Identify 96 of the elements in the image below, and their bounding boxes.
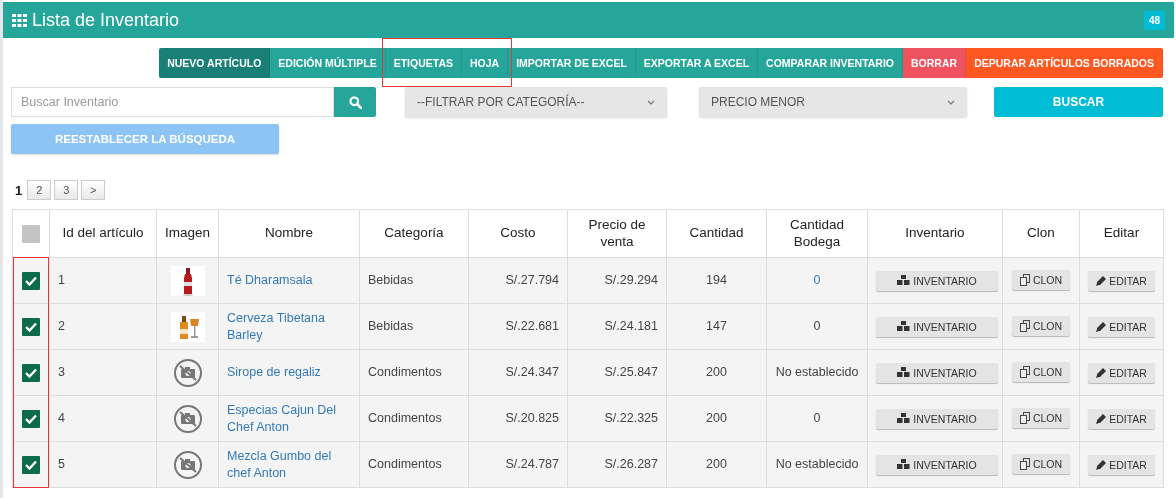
search-icon — [348, 95, 362, 109]
inventory-button[interactable]: INVENTARIO — [876, 408, 998, 429]
category-dropdown[interactable]: --FILTRAR POR CATEGORÍA-- — [405, 87, 667, 117]
clone-button[interactable]: CLON — [1011, 316, 1071, 337]
cost-text: S/.24.347 — [505, 365, 559, 380]
count-badge: 48 — [1143, 10, 1165, 30]
no-photo-icon — [172, 403, 203, 434]
chevron-icon — [647, 99, 655, 105]
item-id: 4 — [58, 411, 65, 426]
inventory-button[interactable]: INVENTARIO — [876, 362, 998, 383]
copy-icon — [1019, 458, 1030, 471]
clone-button[interactable]: CLON — [1011, 270, 1071, 291]
cubes-icon — [897, 459, 911, 470]
clone-button[interactable]: CLON — [1011, 362, 1071, 383]
price-text: S/.26.287 — [604, 457, 658, 472]
chevron-icon — [947, 99, 955, 105]
column-header: Cantidad — [689, 225, 744, 241]
copy-icon — [1019, 366, 1030, 379]
warehouse-text: No establecido — [775, 457, 859, 472]
column-header: Inventario — [905, 225, 965, 241]
price-text: S/.22.325 — [604, 411, 658, 426]
select-all-checkbox[interactable] — [22, 224, 40, 243]
pencil-icon — [1096, 275, 1107, 286]
search-field[interactable]: Buscar Inventario — [11, 87, 334, 117]
inventory-button[interactable]: INVENTARIO — [876, 454, 998, 475]
quantity-text: 147 — [706, 319, 727, 334]
page-link[interactable]: 1 — [13, 180, 25, 200]
cubes-icon — [897, 321, 911, 332]
pencil-icon — [1096, 459, 1107, 470]
edit-button[interactable]: EDITAR — [1088, 316, 1155, 337]
column-header: Editar — [1103, 225, 1140, 241]
inventory-button[interactable]: INVENTARIO — [876, 270, 998, 291]
price-dropdown[interactable]: PRECIO MENOR — [699, 87, 967, 117]
pencil-icon — [1096, 413, 1107, 424]
page-link[interactable]: 3 — [54, 180, 79, 200]
no-photo-icon — [172, 449, 203, 480]
cost-text: S/.27.794 — [505, 273, 559, 288]
search-button[interactable] — [334, 87, 376, 117]
row-checkbox[interactable] — [22, 363, 40, 382]
item-id: 2 — [58, 319, 65, 334]
no-photo-icon — [172, 357, 203, 388]
row-checkbox[interactable] — [22, 317, 40, 336]
category-text: Condimentos — [368, 365, 442, 380]
cost-text: S/.22.681 — [505, 319, 559, 334]
cost-text: S/.20.825 — [505, 411, 559, 426]
price-text: S/.25.847 — [604, 365, 658, 380]
row-checkbox[interactable] — [22, 455, 40, 474]
cubes-icon — [897, 413, 911, 424]
row-checkbox[interactable] — [22, 271, 40, 290]
edit-button[interactable]: EDITAR — [1088, 270, 1155, 291]
column-header: Categoría — [384, 225, 444, 241]
pencil-icon — [1096, 367, 1107, 378]
edit-button[interactable]: EDITAR — [1088, 454, 1155, 475]
edit-button[interactable]: EDITAR — [1088, 408, 1155, 429]
inventory-button[interactable]: INVENTARIO — [876, 316, 998, 337]
quantity-text: 200 — [706, 365, 727, 380]
clone-button[interactable]: CLON — [1011, 408, 1071, 429]
item-id: 5 — [58, 457, 65, 472]
quantity-text: 200 — [706, 411, 727, 426]
price-text: S/.29.294 — [604, 273, 658, 288]
copy-icon — [1019, 320, 1030, 333]
column-header: Precio de venta — [588, 216, 646, 249]
edit-button[interactable]: EDITAR — [1088, 362, 1155, 383]
page-link[interactable]: > — [81, 180, 106, 200]
warehouse-text: 0 — [813, 319, 821, 334]
column-header: Costo — [500, 225, 536, 241]
warehouse-text: No establecido — [775, 365, 859, 380]
category-text: Bebidas — [368, 273, 414, 288]
warehouse-link[interactable]: 0 — [813, 273, 821, 288]
column-header: Clon — [1027, 225, 1055, 241]
column-header: Nombre — [265, 225, 313, 241]
toolbar-button[interactable]: BORRAR — [903, 48, 967, 78]
column-header: Imagen — [165, 225, 210, 241]
pencil-icon — [1096, 321, 1107, 332]
quantity-text: 194 — [706, 273, 727, 288]
row-checkbox[interactable] — [22, 409, 40, 428]
warehouse-text: 0 — [813, 411, 821, 426]
page-title: Lista de Inventario — [32, 9, 180, 31]
category-text: Condimentos — [368, 411, 442, 426]
cubes-icon — [897, 275, 911, 286]
category-text: Bebidas — [368, 319, 414, 334]
clone-button[interactable]: CLON — [1011, 454, 1071, 475]
item-id: 1 — [58, 273, 65, 288]
copy-icon — [1019, 412, 1030, 425]
price-text: S/.24.181 — [604, 319, 658, 334]
category-text: Condimentos — [368, 457, 442, 472]
toolbar-button[interactable]: NUEVO ARTÍCULO — [159, 48, 271, 78]
quantity-text: 200 — [706, 457, 727, 472]
cubes-icon — [897, 367, 911, 378]
grid-icon — [12, 13, 27, 27]
column-header: Id del artículo — [62, 225, 144, 241]
item-id: 3 — [58, 365, 65, 380]
column-header: Cantidad Bodega — [789, 216, 844, 249]
copy-icon — [1019, 274, 1030, 287]
page-link[interactable]: 2 — [27, 180, 52, 200]
cost-text: S/.24.787 — [505, 457, 559, 472]
